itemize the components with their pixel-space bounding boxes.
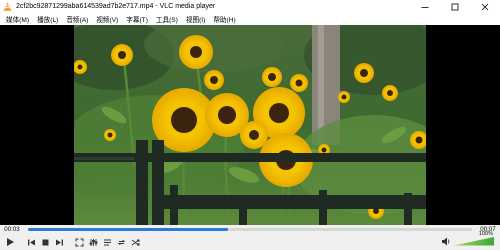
seek-progress [28,228,228,231]
video-area[interactable] [0,25,500,225]
close-icon [481,3,489,10]
fullscreen-button[interactable] [72,235,86,249]
video-frame [74,25,426,225]
play-icon [7,238,14,246]
menu-playback[interactable]: 播放(L) [33,14,62,24]
next-icon [55,239,63,245]
window-title: 2cf2bc92871299aba614539ad7b2e717.mp4 - V… [16,3,216,10]
extended-settings-icon [89,238,97,246]
extended-settings-button[interactable] [86,235,100,249]
volume-control: 100% [441,231,494,246]
stop-button[interactable] [38,235,52,249]
playlist-icon [103,239,111,245]
controls-bar [0,234,500,250]
vlc-cone-icon [3,2,12,11]
next-button[interactable] [52,235,66,249]
menu-video[interactable]: 视频(V) [92,14,122,24]
playlist-button[interactable] [100,235,114,249]
minimize-button[interactable] [410,0,440,13]
shuffle-icon [131,239,139,245]
volume-slider[interactable]: 100% [454,231,494,246]
video-frame-image [74,25,426,225]
loop-button[interactable] [114,235,128,249]
volume-icon[interactable] [441,237,451,246]
menu-media[interactable]: 媒体(M) [2,14,33,24]
volume-percentage: 100% [478,231,493,237]
fullscreen-icon [75,238,83,246]
menu-view[interactable]: 视图(I) [182,14,209,24]
previous-button[interactable] [24,235,38,249]
menu-bar: 媒体(M) 播放(L) 音频(A) 视频(V) 字幕(T) 工具(S) 视图(I… [0,13,500,25]
shuffle-button[interactable] [128,235,142,249]
seek-row: 00:03 00:07 [0,225,500,234]
seek-slider[interactable] [28,228,472,231]
menu-subtitle[interactable]: 字幕(T) [122,14,152,24]
elapsed-time: 00:03 [4,226,20,233]
menu-help[interactable]: 帮助(H) [209,14,239,24]
menu-audio[interactable]: 音频(A) [62,14,92,24]
minimize-icon [421,6,429,8]
previous-icon [27,239,35,245]
play-button[interactable] [2,235,18,249]
loop-icon [117,239,125,245]
close-button[interactable] [470,0,500,13]
maximize-icon [451,3,459,10]
maximize-button[interactable] [440,0,470,13]
menu-tools[interactable]: 工具(S) [152,14,182,24]
title-bar: 2cf2bc92871299aba614539ad7b2e717.mp4 - V… [0,0,500,13]
stop-icon [42,239,48,245]
